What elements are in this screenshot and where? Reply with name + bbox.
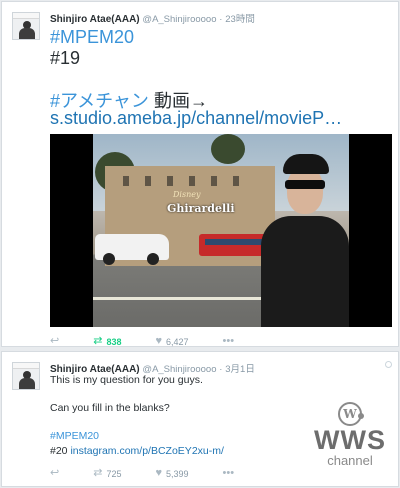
- heart-icon: ♥: [155, 467, 162, 479]
- like-button[interactable]: ♥ 6,427: [155, 336, 188, 347]
- like-count: 6,427: [166, 336, 189, 347]
- tweet-text-line: #19: [50, 48, 81, 68]
- timestamp[interactable]: 23時間: [225, 14, 255, 25]
- tweet-card[interactable]: Shinjiro Atae(AAA) @A_Shinjirooooo · 23時…: [1, 1, 399, 347]
- retweet-button[interactable]: ⇄ 838: [93, 336, 121, 347]
- more-icon: •••: [222, 335, 235, 347]
- retweet-count: 838: [106, 336, 122, 347]
- reply-icon: ↩: [50, 335, 60, 347]
- settings-icon[interactable]: [385, 361, 392, 368]
- storefront-sign-top: Disney: [173, 190, 201, 199]
- logo-brand: WWS: [314, 425, 386, 455]
- tweet-text: #20: [50, 445, 71, 457]
- url-link[interactable]: instagram.com/p/BCZoEY2xu-m/: [70, 445, 223, 457]
- author-handle[interactable]: @A_Shinjirooooo: [142, 14, 216, 25]
- person-in-video: [255, 154, 349, 327]
- tweet-header: Shinjiro Atae(AAA) @A_Shinjirooooo · 3月1…: [50, 361, 255, 375]
- tweet-actions: ↩ ⇄ 725 ♥ 5,399 •••: [50, 468, 268, 479]
- like-button[interactable]: ♥ 5,399: [155, 468, 188, 479]
- separator: ·: [219, 364, 223, 375]
- tweet-text-line: #20 instagram.com/p/BCZoEY2xu-m/: [50, 445, 224, 457]
- more-button[interactable]: •••: [223, 468, 235, 479]
- logo-badge: W: [338, 402, 364, 426]
- heart-icon: ♥: [155, 335, 162, 347]
- retweet-button[interactable]: ⇄ 725: [93, 468, 121, 479]
- hashtag-link[interactable]: #MPEM20: [50, 430, 99, 442]
- like-count: 5,399: [166, 468, 189, 479]
- retweet-icon: ⇄: [93, 467, 103, 479]
- avatar[interactable]: [12, 12, 40, 40]
- author-name[interactable]: Shinjiro Atae(AAA): [50, 14, 140, 25]
- reply-button[interactable]: ↩: [50, 468, 59, 479]
- avatar[interactable]: [12, 362, 40, 390]
- timestamp[interactable]: 3月1日: [225, 364, 255, 375]
- url-link[interactable]: s.studio.ameba.jp/channel/movieP…: [50, 108, 342, 129]
- hashtag-link[interactable]: #MPEM20: [50, 27, 134, 48]
- tweet-text-line: Can you fill in the blanks?: [50, 402, 170, 414]
- retweet-count: 725: [106, 468, 122, 479]
- logo-subtitle: channel: [327, 453, 373, 468]
- storefront-sign: Ghirardelli: [167, 202, 235, 215]
- reply-icon: ↩: [50, 467, 60, 479]
- video-thumbnail[interactable]: Disney Ghirardelli: [50, 134, 392, 327]
- tweet-header: Shinjiro Atae(AAA) @A_Shinjirooooo · 23時…: [50, 11, 255, 25]
- tweet-actions: ↩ ⇄ 838 ♥ 6,427 •••: [50, 336, 268, 347]
- retweet-icon: ⇄: [93, 335, 103, 347]
- more-icon: •••: [222, 467, 235, 479]
- watermark-logo: W WWS channel: [306, 402, 394, 467]
- separator: ·: [219, 14, 223, 25]
- more-button[interactable]: •••: [223, 336, 235, 347]
- reply-button[interactable]: ↩: [50, 336, 59, 347]
- tweet-text-line: This is my question for you guys.: [50, 374, 203, 386]
- video-frame: Disney Ghirardelli: [93, 134, 349, 327]
